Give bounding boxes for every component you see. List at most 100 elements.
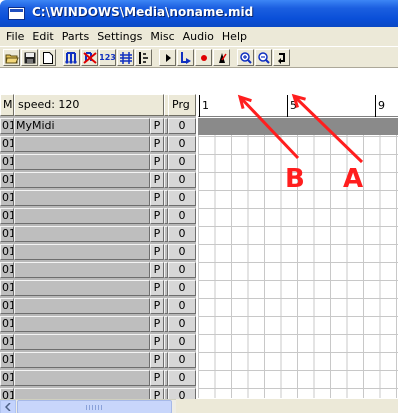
track-row[interactable]: 01 P0	[0, 262, 196, 278]
track-row[interactable]: 01 P0	[0, 316, 196, 332]
new-button[interactable]	[39, 49, 56, 66]
track-row[interactable]: 01 P0	[0, 370, 196, 386]
track-program[interactable]: 0	[168, 316, 196, 332]
track-channel[interactable]: 01	[0, 316, 14, 332]
track-name[interactable]	[14, 262, 150, 278]
track-channel[interactable]: 01	[0, 262, 14, 278]
track-part-toggle[interactable]: P	[150, 136, 164, 152]
track-name[interactable]	[14, 298, 150, 314]
track-part-toggle[interactable]: P	[150, 298, 164, 314]
track-name[interactable]	[14, 226, 150, 242]
track-part-toggle[interactable]: P	[150, 208, 164, 224]
track-part-toggle[interactable]: P	[150, 226, 164, 242]
track-channel[interactable]: 01	[0, 370, 14, 386]
horizontal-scrollbar[interactable]	[0, 399, 176, 413]
track-part-toggle[interactable]: P	[150, 352, 164, 368]
track-row[interactable]: 01 P0	[0, 172, 196, 188]
track-program[interactable]: 0	[168, 370, 196, 386]
track-part-toggle[interactable]: P	[150, 118, 164, 134]
track-channel[interactable]: 01	[0, 352, 14, 368]
play-button[interactable]	[159, 49, 176, 66]
track-row[interactable]: 01MyMidiP0	[0, 118, 196, 134]
track-channel[interactable]: 01	[0, 136, 14, 152]
track-part-toggle[interactable]: P	[150, 190, 164, 206]
numbers-button[interactable]: 123	[99, 49, 116, 66]
delete-notes-button[interactable]	[81, 49, 98, 66]
track-program[interactable]: 0	[168, 154, 196, 170]
track-channel[interactable]: 01	[0, 118, 14, 134]
menu-help[interactable]: Help	[218, 27, 251, 46]
open-button[interactable]	[3, 49, 20, 66]
track-row[interactable]: 01 P0	[0, 244, 196, 260]
undo-button[interactable]	[273, 49, 290, 66]
track-name[interactable]	[14, 280, 150, 296]
track-part-toggle[interactable]: P	[150, 154, 164, 170]
track-program[interactable]: 0	[168, 172, 196, 188]
track-program[interactable]: 0	[168, 262, 196, 278]
track-program[interactable]: 0	[168, 298, 196, 314]
list-button[interactable]	[135, 49, 152, 66]
program-header[interactable]: Prg	[168, 94, 196, 116]
track-program[interactable]: 0	[168, 190, 196, 206]
track-program[interactable]: 0	[168, 334, 196, 350]
selected-track-strip[interactable]	[198, 118, 398, 135]
track-row[interactable]: 01 P0	[0, 190, 196, 206]
track-row[interactable]: 01 P0	[0, 226, 196, 242]
track-part-toggle[interactable]: P	[150, 262, 164, 278]
track-part-toggle[interactable]: P	[150, 172, 164, 188]
menu-settings[interactable]: Settings	[93, 27, 146, 46]
mute-column-header[interactable]: M	[0, 94, 14, 116]
scroll-left-button[interactable]	[0, 400, 16, 413]
track-part-toggle[interactable]: P	[150, 316, 164, 332]
track-name[interactable]	[14, 244, 150, 260]
note-grid[interactable]	[198, 118, 398, 398]
track-row[interactable]: 01 P0	[0, 154, 196, 170]
timeline-ruler[interactable]: 1 5 9	[198, 95, 398, 117]
track-name[interactable]	[14, 370, 150, 386]
track-part-toggle[interactable]: P	[150, 244, 164, 260]
track-program[interactable]: 0	[168, 208, 196, 224]
metronome-button[interactable]	[213, 49, 230, 66]
track-name[interactable]	[14, 154, 150, 170]
track-channel[interactable]: 01	[0, 334, 14, 350]
track-name[interactable]	[14, 352, 150, 368]
track-row[interactable]: 01 P0	[0, 136, 196, 152]
track-name[interactable]	[14, 172, 150, 188]
track-channel[interactable]: 01	[0, 154, 14, 170]
track-channel[interactable]: 01	[0, 172, 14, 188]
track-channel[interactable]: 01	[0, 280, 14, 296]
track-row[interactable]: 01 P0	[0, 208, 196, 224]
menu-misc[interactable]: Misc	[146, 27, 178, 46]
track-channel[interactable]: 01	[0, 208, 14, 224]
menu-parts[interactable]: Parts	[58, 27, 93, 46]
track-part-toggle[interactable]: P	[150, 370, 164, 386]
track-program[interactable]: 0	[168, 352, 196, 368]
track-name[interactable]	[14, 334, 150, 350]
track-part-toggle[interactable]: P	[150, 280, 164, 296]
track-channel[interactable]: 01	[0, 244, 14, 260]
notes-button[interactable]	[63, 49, 80, 66]
track-program[interactable]: 0	[168, 226, 196, 242]
track-name[interactable]	[14, 190, 150, 206]
play-from-cursor-button[interactable]	[177, 49, 194, 66]
track-part-toggle[interactable]: P	[150, 334, 164, 350]
zoom-in-button[interactable]	[237, 49, 254, 66]
grid-button[interactable]	[117, 49, 134, 66]
track-name[interactable]	[14, 208, 150, 224]
track-row[interactable]: 01 P0	[0, 280, 196, 296]
speed-header[interactable]: speed: 120	[14, 94, 164, 116]
title-bar[interactable]: C:\WINDOWS\Media\noname.mid	[0, 0, 398, 27]
track-name[interactable]	[14, 136, 150, 152]
zoom-out-button[interactable]	[255, 49, 272, 66]
track-row[interactable]: 01 P0	[0, 352, 196, 368]
track-program[interactable]: 0	[168, 280, 196, 296]
track-row[interactable]: 01 P0	[0, 334, 196, 350]
track-row[interactable]: 01 P0	[0, 298, 196, 314]
track-name[interactable]	[14, 316, 150, 332]
track-channel[interactable]: 01	[0, 190, 14, 206]
track-channel[interactable]: 01	[0, 226, 14, 242]
track-program[interactable]: 0	[168, 118, 196, 134]
menu-file[interactable]: File	[2, 27, 28, 46]
menu-audio[interactable]: Audio	[179, 27, 218, 46]
scroll-thumb[interactable]	[17, 400, 172, 413]
